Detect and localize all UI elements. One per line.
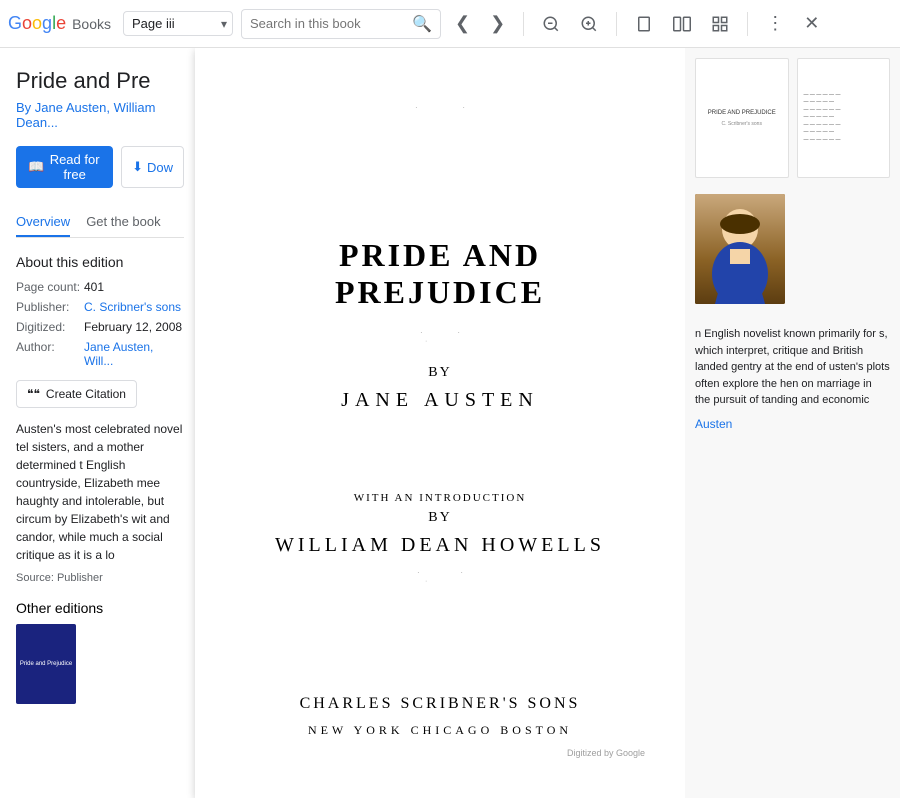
book-title: Pride and Pre: [16, 68, 184, 94]
right-author-name[interactable]: Austen: [695, 417, 890, 431]
page-input[interactable]: [123, 11, 233, 36]
double-page-button[interactable]: [667, 11, 697, 37]
zoom-out-button[interactable]: [536, 11, 566, 37]
right-portrait-section: [695, 194, 890, 314]
separator-2: [616, 12, 617, 36]
thumb-card-1[interactable]: PRIDE AND PREJUDICE C. Scribner's sons: [695, 58, 789, 178]
citation-icon: ❝❝: [27, 387, 40, 401]
author-field-label: Author:: [16, 340, 84, 368]
source-text: Source: Publisher: [16, 572, 184, 584]
author-field-value[interactable]: Jane Austen, Will...: [84, 340, 184, 368]
create-citation-button[interactable]: ❝❝ Create Citation: [16, 380, 137, 408]
publisher-value[interactable]: C. Scribner's sons: [84, 300, 181, 314]
close-button[interactable]: ✕: [798, 9, 825, 38]
other-editions-title: Other editions: [16, 600, 184, 616]
download-icon: ⬇: [132, 159, 143, 175]
about-edition-title: About this edition: [16, 254, 184, 270]
book-page-intro-author: WILLIAM DEAN HOWELLS: [275, 534, 605, 557]
portrait-image: [695, 194, 785, 304]
digitized-value: February 12, 2008: [84, 320, 182, 334]
next-page-button[interactable]: ❯: [484, 9, 511, 38]
separator-1: [523, 12, 524, 36]
action-buttons: 📖 Read for free ⬇ Dow: [16, 146, 184, 188]
create-citation-label: Create Citation: [46, 387, 126, 401]
thumb-card-2[interactable]: — — — — — —— — — — —— — — — — —— — — — —…: [797, 58, 891, 178]
search-wrapper: 🔍: [241, 9, 441, 39]
right-panel: PRIDE AND PREJUDICE C. Scribner's sons —…: [685, 48, 900, 798]
tabs: Overview Get the book: [16, 208, 184, 238]
digitized-label: Digitized:: [16, 320, 84, 334]
google-books-logo: Google Books: [8, 13, 111, 34]
book-page-title: PRIDE AND PREJUDICE: [235, 237, 645, 311]
info-row-pagecount: Page count: 401: [16, 280, 184, 294]
thumb-card-1-subtext: C. Scribner's sons: [722, 121, 762, 128]
more-options-button[interactable]: ⋮: [760, 9, 790, 38]
portrait-figure: [695, 194, 785, 304]
book-author[interactable]: By Jane Austen, William Dean...: [16, 100, 184, 130]
download-button[interactable]: ⬇ Dow: [121, 146, 184, 188]
book-page-intro-by: BY: [428, 510, 451, 526]
tab-get-book[interactable]: Get the book: [86, 208, 160, 237]
google-wordmark: Google: [8, 13, 66, 34]
page-thumbnails: PRIDE AND PREJUDICE C. Scribner's sons —…: [695, 58, 890, 178]
zoom-in-button[interactable]: [574, 11, 604, 37]
page-input-wrapper: ▾: [123, 11, 233, 36]
edition-thumb-text: Pride and Prejudice: [18, 659, 74, 669]
book-icon: 📖: [28, 159, 44, 175]
book-page: PRIDE AND PREJUDICE BY JANE AUSTEN WITH …: [195, 48, 685, 798]
description-text: Austen's most celebrated novel tel siste…: [16, 420, 184, 564]
read-free-label: Read for free: [48, 152, 101, 182]
left-panel: Pride and Pre By Jane Austen, William De…: [0, 48, 200, 798]
download-label: Dow: [147, 160, 173, 175]
read-free-button[interactable]: 📖 Read for free: [16, 146, 113, 188]
book-page-intro-label: WITH AN INTRODUCTION: [354, 492, 527, 504]
book-page-by-label: BY: [428, 365, 451, 381]
search-icon[interactable]: 🔍: [412, 14, 432, 34]
info-row-digitized: Digitized: February 12, 2008: [16, 320, 184, 334]
main-area: Pride and Pre By Jane Austen, William De…: [0, 48, 900, 798]
prev-page-button[interactable]: ❮: [449, 9, 476, 38]
grid-view-button[interactable]: [705, 11, 735, 37]
toolbar: Google Books ▾ 🔍 ❮ ❯: [0, 0, 900, 48]
thumb-card-1-text: PRIDE AND PREJUDICE: [708, 109, 776, 117]
tab-overview[interactable]: Overview: [16, 208, 70, 237]
book-page-publisher: CHARLES SCRIBNER'S SONS: [300, 695, 581, 713]
separator-3: [747, 12, 748, 36]
single-page-button[interactable]: [629, 11, 659, 37]
pagecount-label: Page count:: [16, 280, 84, 294]
info-row-author: Author: Jane Austen, Will...: [16, 340, 184, 368]
book-page-cities: NEW YORK CHICAGO BOSTON: [308, 723, 572, 738]
publisher-label: Publisher:: [16, 300, 84, 314]
digitized-by-label: Digitized by Google: [235, 748, 645, 758]
pagecount-value: 401: [84, 280, 104, 294]
thumb-card-2-text: — — — — — —— — — — —— — — — — —— — — — —…: [802, 90, 886, 147]
edition-thumbnail[interactable]: Pride and Prejudice: [16, 624, 76, 704]
right-description: n English novelist known primarily for s…: [695, 326, 890, 409]
book-viewer: PRIDE AND PREJUDICE BY JANE AUSTEN WITH …: [195, 48, 685, 798]
info-row-publisher: Publisher: C. Scribner's sons: [16, 300, 184, 314]
book-page-author: JANE AUSTEN: [341, 389, 539, 412]
books-wordmark: Books: [72, 16, 111, 32]
search-input[interactable]: [250, 16, 412, 31]
